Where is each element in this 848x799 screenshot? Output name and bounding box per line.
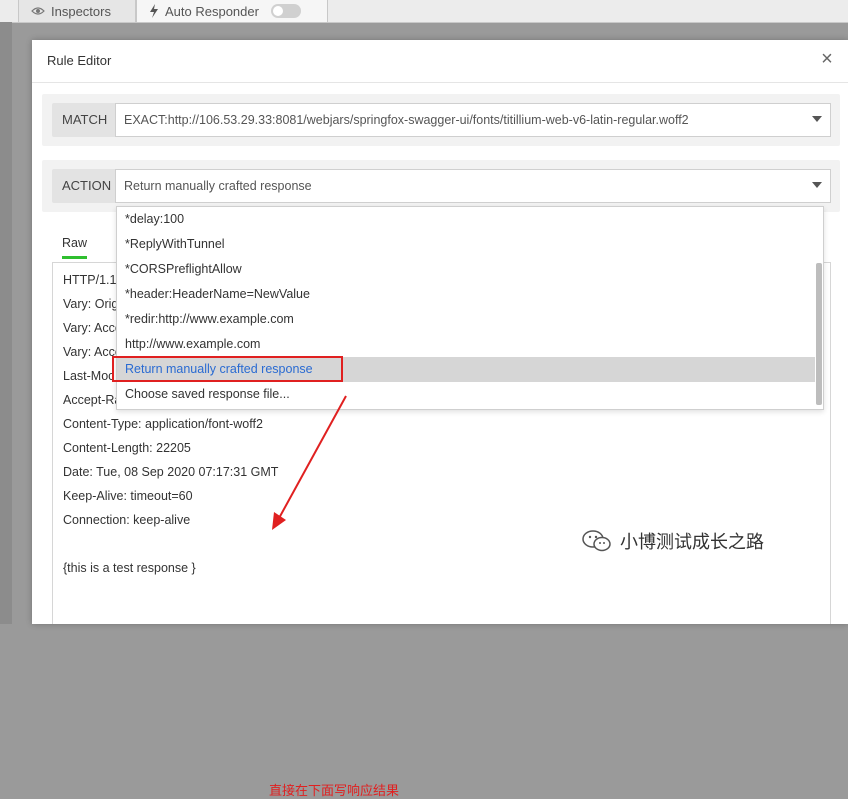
watermark-text: 小博测试成长之路 <box>620 532 764 552</box>
wechat-icon <box>582 530 611 552</box>
watermark: 小博测试成长之路 <box>582 528 764 554</box>
annotation-text: 直接在下面写响应结果 <box>269 783 400 798</box>
